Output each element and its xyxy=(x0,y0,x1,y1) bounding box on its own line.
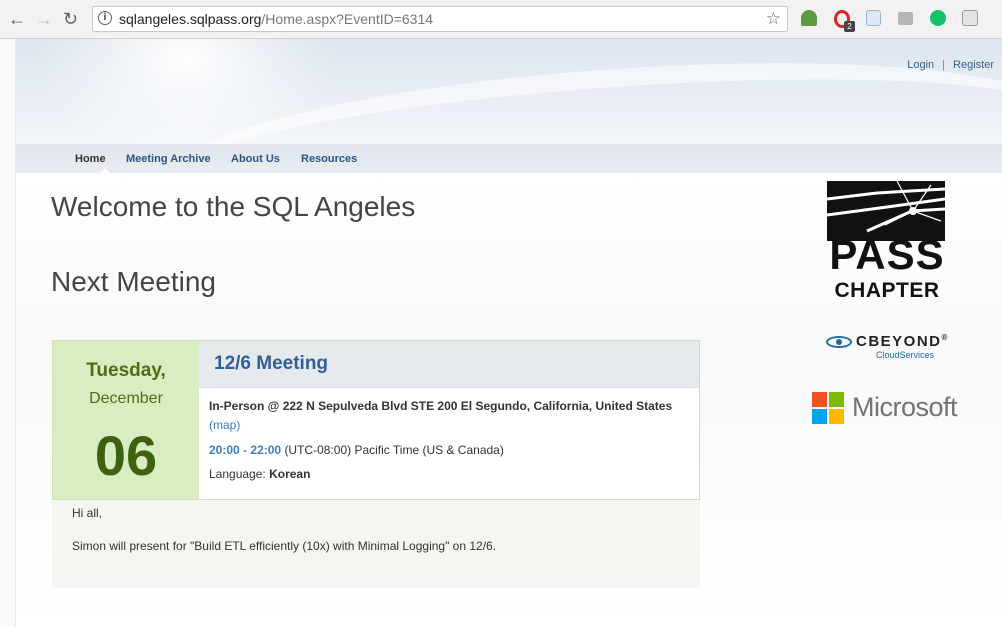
reload-icon[interactable]: ↻ xyxy=(63,9,78,30)
browser-toolbar: ← → ↻ i sqlangeles.sqlpass.org/Home.aspx… xyxy=(0,0,1002,39)
site-banner: Login | Register xyxy=(16,39,1002,144)
notepad-extension-icon[interactable] xyxy=(866,10,881,26)
cbeyond-registered-mark: ® xyxy=(941,333,949,342)
microsoft-square-green xyxy=(829,392,844,407)
event-location: In-Person @ 222 N Sepulveda Blvd STE 200… xyxy=(209,397,689,435)
event-title[interactable]: 12/6 Meeting xyxy=(214,353,328,375)
event-day-name: Tuesday, xyxy=(86,360,166,381)
event-details: In-Person @ 222 N Sepulveda Blvd STE 200… xyxy=(209,397,689,482)
star-icon[interactable]: ☆ xyxy=(766,9,781,29)
tree-extension-icon[interactable] xyxy=(801,10,817,26)
cbeyond-wordmark: CBEYOND® xyxy=(856,333,949,350)
event-language: Language: Korean xyxy=(209,466,689,482)
grammarly-extension-icon[interactable] xyxy=(930,10,946,26)
page-gutter xyxy=(0,39,16,627)
language-label: Language: xyxy=(209,467,266,481)
microsoft-logo[interactable]: Microsoft xyxy=(812,392,972,426)
description-line: Simon will present for "Build ETL effici… xyxy=(72,539,497,553)
address-bar[interactable]: i sqlangeles.sqlpass.org/Home.aspx?Event… xyxy=(92,6,788,32)
description-greeting: Hi all, xyxy=(72,506,103,520)
event-day-number: 06 xyxy=(94,424,158,487)
drive-extension-icon[interactable] xyxy=(898,12,913,25)
pass-wordmark: PASS xyxy=(829,231,945,278)
event-time-dash: - xyxy=(243,443,248,457)
event-time: 20:00 - 22:00 (UTC-08:00) Pacific Time (… xyxy=(209,442,689,458)
microsoft-square-blue xyxy=(812,409,827,424)
event-header: 12/6 Meeting xyxy=(199,341,699,388)
main-nav: Home Meeting Archive About Us Resources xyxy=(16,144,1002,173)
account-links: Login | Register xyxy=(907,59,994,71)
chapter-wordmark: CHAPTER xyxy=(834,279,940,302)
back-icon[interactable]: ← xyxy=(8,9,26,30)
map-link[interactable]: (map) xyxy=(209,418,240,432)
page-title: Welcome to the SQL Angeles xyxy=(51,191,416,222)
cbeyond-logo[interactable]: CBEYOND® CloudServices xyxy=(826,333,950,363)
extension-badge: 2 xyxy=(844,21,855,32)
microsoft-wordmark: Microsoft xyxy=(852,392,958,422)
cbeyond-name-text: CBEYOND xyxy=(856,333,942,350)
event-timezone: (UTC-08:00) Pacific Time (US & Canada) xyxy=(284,443,504,457)
language-value: Korean xyxy=(269,467,311,481)
nav-item-about-us[interactable]: About Us xyxy=(231,153,280,165)
forward-icon[interactable]: → xyxy=(35,9,53,30)
event-location-text: In-Person @ 222 N Sepulveda Blvd STE 200… xyxy=(209,399,673,413)
event-date-panel: Tuesday, December 06 xyxy=(53,341,199,499)
event-time-start: 20:00 xyxy=(209,443,240,457)
info-icon[interactable]: i xyxy=(98,11,112,25)
login-link[interactable]: Login xyxy=(907,59,934,71)
microsoft-square-red xyxy=(812,392,827,407)
cbeyond-subtitle: CloudServices xyxy=(876,350,935,360)
next-meeting-heading: Next Meeting xyxy=(51,266,216,297)
cbeyond-eye-icon xyxy=(826,336,852,348)
url-text[interactable]: sqlangeles.sqlpass.org/Home.aspx?EventID… xyxy=(119,11,433,27)
nav-item-meeting-archive[interactable]: Meeting Archive xyxy=(126,153,211,165)
event-time-end: 22:00 xyxy=(250,443,282,457)
event-description: Hi all, Simon will present for "Build ET… xyxy=(52,500,700,588)
microsoft-square-yellow xyxy=(829,409,844,424)
pass-chapter-logo[interactable]: PASS CHAPTER xyxy=(826,180,947,303)
nav-item-resources[interactable]: Resources xyxy=(301,153,357,165)
event-card: Tuesday, December 06 12/6 Meeting In-Per… xyxy=(52,340,700,500)
register-link[interactable]: Register xyxy=(953,59,994,71)
link-separator: | xyxy=(942,59,946,71)
nav-item-home[interactable]: Home xyxy=(75,153,106,165)
event-month: December xyxy=(89,390,163,407)
g-extension-icon[interactable] xyxy=(962,10,978,26)
